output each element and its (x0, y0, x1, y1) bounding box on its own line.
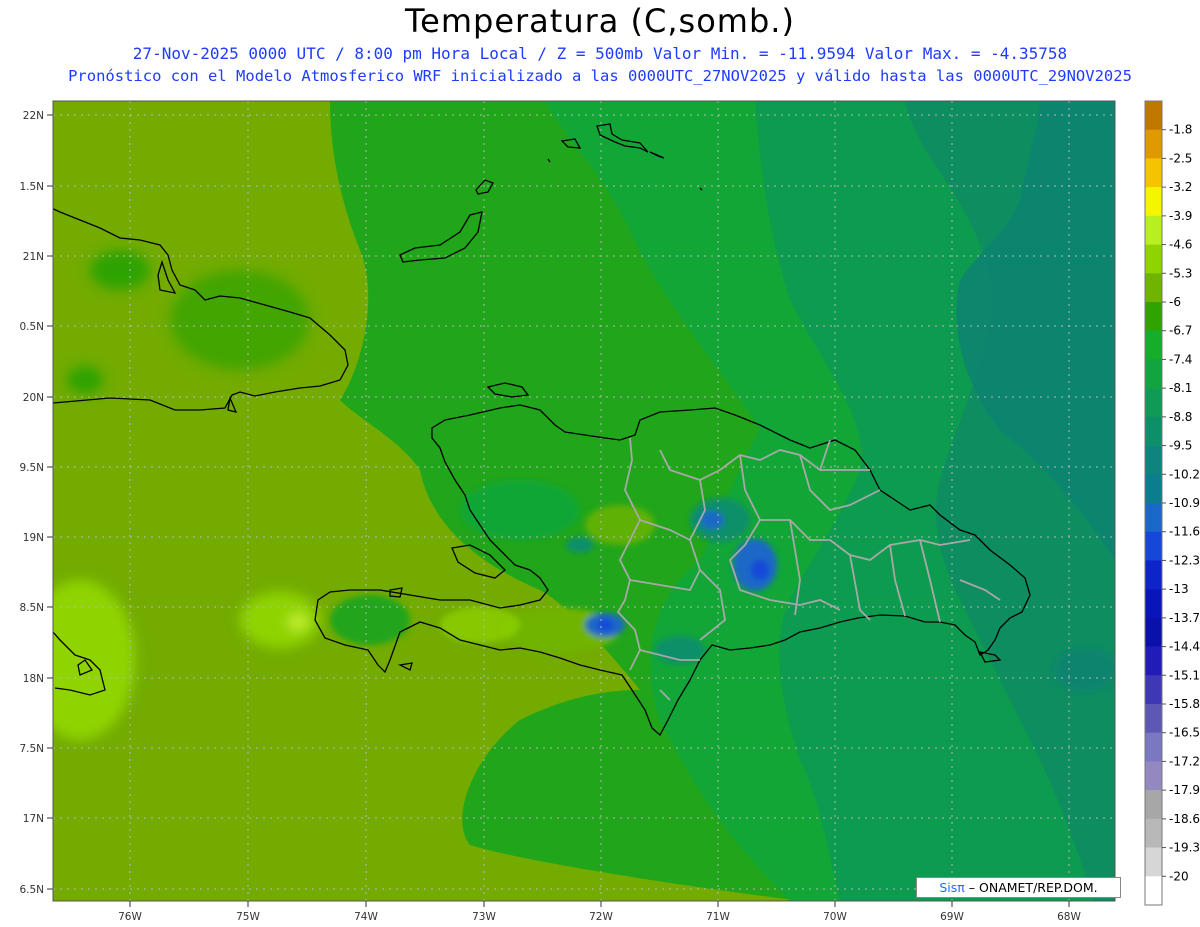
y-tick-label: 19N (23, 532, 44, 544)
x-tick-label: 70W (823, 911, 847, 923)
colorbar-label: -6.7 (1169, 324, 1192, 338)
colorbar-swatch (1145, 187, 1162, 217)
y-tick-label: 8.5N (19, 602, 44, 614)
colorbar-swatch (1145, 215, 1162, 245)
y-tick-label: 1.5N (19, 181, 44, 193)
y-tick-label: 9.5N (19, 462, 44, 474)
colorbar-label: -12.3 (1169, 553, 1200, 567)
colorbar-swatch (1145, 445, 1162, 475)
colorbar-swatch (1145, 761, 1162, 791)
colorbar-label: -3.2 (1169, 180, 1192, 194)
credit-text: – ONAMET/REP.DOM. (968, 880, 1098, 895)
colorbar-swatch (1145, 617, 1162, 647)
colorbar-swatch (1145, 560, 1162, 590)
colorbar-swatch (1145, 704, 1162, 734)
colorbar-swatch (1145, 330, 1162, 360)
model-run-subtitle: Pronóstico con el Modelo Atmosferico WRF… (68, 67, 1132, 85)
colorbar: -1.8 -2.5 -3.2 -3.9 -4.6 -5.3 -6 -6.7 -7.4 -8.1 -8… (1144, 100, 1200, 906)
colorbar-swatch (1145, 531, 1162, 561)
y-tick-label: 6.5N (19, 884, 44, 896)
colorbar-swatch (1145, 158, 1162, 188)
colorbar-label: -4.6 (1169, 238, 1192, 252)
colorbar-label: -15.1 (1169, 668, 1200, 682)
colorbar-label: -11.6 (1169, 525, 1200, 539)
x-tick-label: 69W (940, 911, 964, 923)
colorbar-swatch (1145, 675, 1162, 705)
colorbar-label: -13 (1169, 582, 1189, 596)
y-tick-label: 17N (23, 813, 44, 825)
colorbar-swatch (1145, 732, 1162, 762)
colorbar-label: -8.1 (1169, 381, 1192, 395)
forecast-time-subtitle: 27-Nov-2025 0000 UTC / 8:00 pm Hora Loca… (132, 44, 1068, 63)
colorbar-swatch (1145, 790, 1162, 820)
sispi-logo: Sisπ (939, 880, 965, 895)
y-tick-label: 0.5N (19, 321, 44, 333)
y-tick-label: 20N (23, 392, 44, 404)
x-tick-label: 76W (118, 911, 142, 923)
colorbar-label: -5.3 (1169, 266, 1192, 280)
colorbar-swatch (1145, 589, 1162, 619)
map-title: Temperatura (C,somb.) (405, 2, 795, 40)
colorbar-label: -6 (1169, 295, 1181, 309)
colorbar-swatch (1145, 646, 1162, 676)
colorbar-label: -17.2 (1169, 754, 1200, 768)
colorbar-swatch (1145, 876, 1162, 906)
colorbar-label: -8.8 (1169, 410, 1192, 424)
colorbar-label: -7.4 (1169, 352, 1192, 366)
x-tick-label: 73W (472, 911, 496, 923)
x-tick-label: 72W (589, 911, 613, 923)
colorbar-swatch (1145, 101, 1162, 131)
y-axis-labels: 22N 1.5N 21N 0.5N 20N 9.5N 19N 8.5N 18N … (19, 110, 44, 896)
x-tick-label: 71W (706, 911, 730, 923)
colorbar-label: -1.8 (1169, 123, 1192, 137)
y-tick-label: 21N (23, 251, 44, 263)
colorbar-label: -17.9 (1169, 783, 1200, 797)
colorbar-label: -20 (1169, 869, 1189, 883)
colorbar-label: -9.5 (1169, 439, 1192, 453)
colorbar-swatch (1145, 847, 1162, 877)
colorbar-swatch (1145, 302, 1162, 332)
colorbar-label: -2.5 (1169, 151, 1192, 165)
x-tick-label: 75W (236, 911, 260, 923)
temperature-map: 22N 1.5N 21N 0.5N 20N 9.5N 19N 8.5N 18N … (19, 100, 1200, 923)
x-tick-label: 68W (1057, 911, 1081, 923)
x-tick-label: 74W (354, 911, 378, 923)
y-tick-label: 22N (23, 110, 44, 122)
colorbar-swatch (1145, 273, 1162, 303)
colorbar-swatch (1145, 474, 1162, 504)
colorbar-swatch (1145, 503, 1162, 533)
colorbar-swatch (1145, 359, 1162, 389)
colorbar-swatch (1145, 129, 1162, 159)
x-axis-labels: 76W 75W 74W 73W 72W 71W 70W 69W 68W (118, 911, 1081, 923)
colorbar-label: -3.9 (1169, 209, 1192, 223)
colorbar-label: -15.8 (1169, 697, 1200, 711)
colorbar-label: -16.5 (1169, 726, 1200, 740)
colorbar-label: -13.7 (1169, 611, 1200, 625)
colorbar-swatch (1145, 244, 1162, 274)
colorbar-label: -19.3 (1169, 841, 1200, 855)
colorbar-swatch (1145, 388, 1162, 418)
credit-box: Sisπ – ONAMET/REP.DOM. (916, 877, 1121, 898)
colorbar-swatch (1145, 818, 1162, 848)
colorbar-label: -10.2 (1169, 467, 1200, 481)
y-tick-label: 7.5N (19, 743, 44, 755)
colorbar-swatch (1145, 416, 1162, 446)
colorbar-label: -14.4 (1169, 640, 1200, 654)
colorbar-label: -18.6 (1169, 812, 1200, 826)
colorbar-label: -10.9 (1169, 496, 1200, 510)
y-tick-label: 18N (23, 673, 44, 685)
